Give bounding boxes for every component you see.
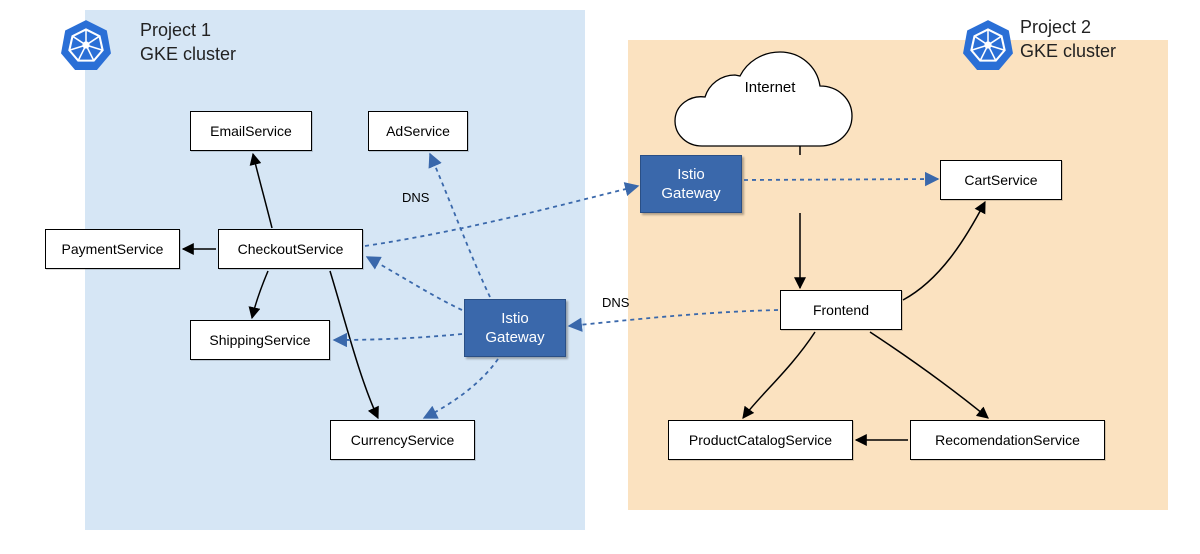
project2-title: Project 2 GKE cluster: [1020, 15, 1116, 64]
recommendation-label: RecomendationService: [935, 432, 1080, 448]
frontend-label: Frontend: [813, 302, 869, 318]
recommendation-node: RecomendationService: [910, 420, 1105, 460]
shipping-service-node: ShippingService: [190, 320, 330, 360]
payment-service-node: PaymentService: [45, 229, 180, 269]
cart-service-label: CartService: [964, 172, 1037, 188]
project1-title-l2: GKE cluster: [140, 44, 236, 64]
dns-label-2: DNS: [602, 295, 629, 310]
http-label: HTTP: [807, 116, 841, 131]
payment-service-label: PaymentService: [62, 241, 164, 257]
checkout-service-label: CheckoutService: [238, 241, 344, 257]
email-service-label: EmailService: [210, 123, 292, 139]
project2-title-l1: Project 2: [1020, 17, 1091, 37]
currency-service-node: CurrencyService: [330, 420, 475, 460]
istio-gateway-1: Istio Gateway: [464, 299, 566, 357]
ad-service-node: AdService: [368, 111, 468, 151]
istio-gateway-2-label: Istio Gateway: [661, 165, 720, 204]
istio-gateway-2: Istio Gateway: [640, 155, 742, 213]
email-service-node: EmailService: [190, 111, 312, 151]
istio-gateway-1-label: Istio Gateway: [485, 309, 544, 348]
frontend-node: Frontend: [780, 290, 902, 330]
shipping-service-label: ShippingService: [209, 332, 310, 348]
product-catalog-label: ProductCatalogService: [689, 432, 832, 448]
k8s-icon-project1: [60, 18, 112, 70]
k8s-icon-project2: [962, 18, 1014, 70]
project1-title: Project 1 GKE cluster: [140, 18, 236, 67]
checkout-service-node: CheckoutService: [218, 229, 363, 269]
currency-service-label: CurrencyService: [351, 432, 454, 448]
dns-label-1: DNS: [402, 190, 429, 205]
project1-title-l1: Project 1: [140, 20, 211, 40]
project2-title-l2: GKE cluster: [1020, 41, 1116, 61]
cart-service-node: CartService: [940, 160, 1062, 200]
product-catalog-node: ProductCatalogService: [668, 420, 853, 460]
ad-service-label: AdService: [386, 123, 450, 139]
